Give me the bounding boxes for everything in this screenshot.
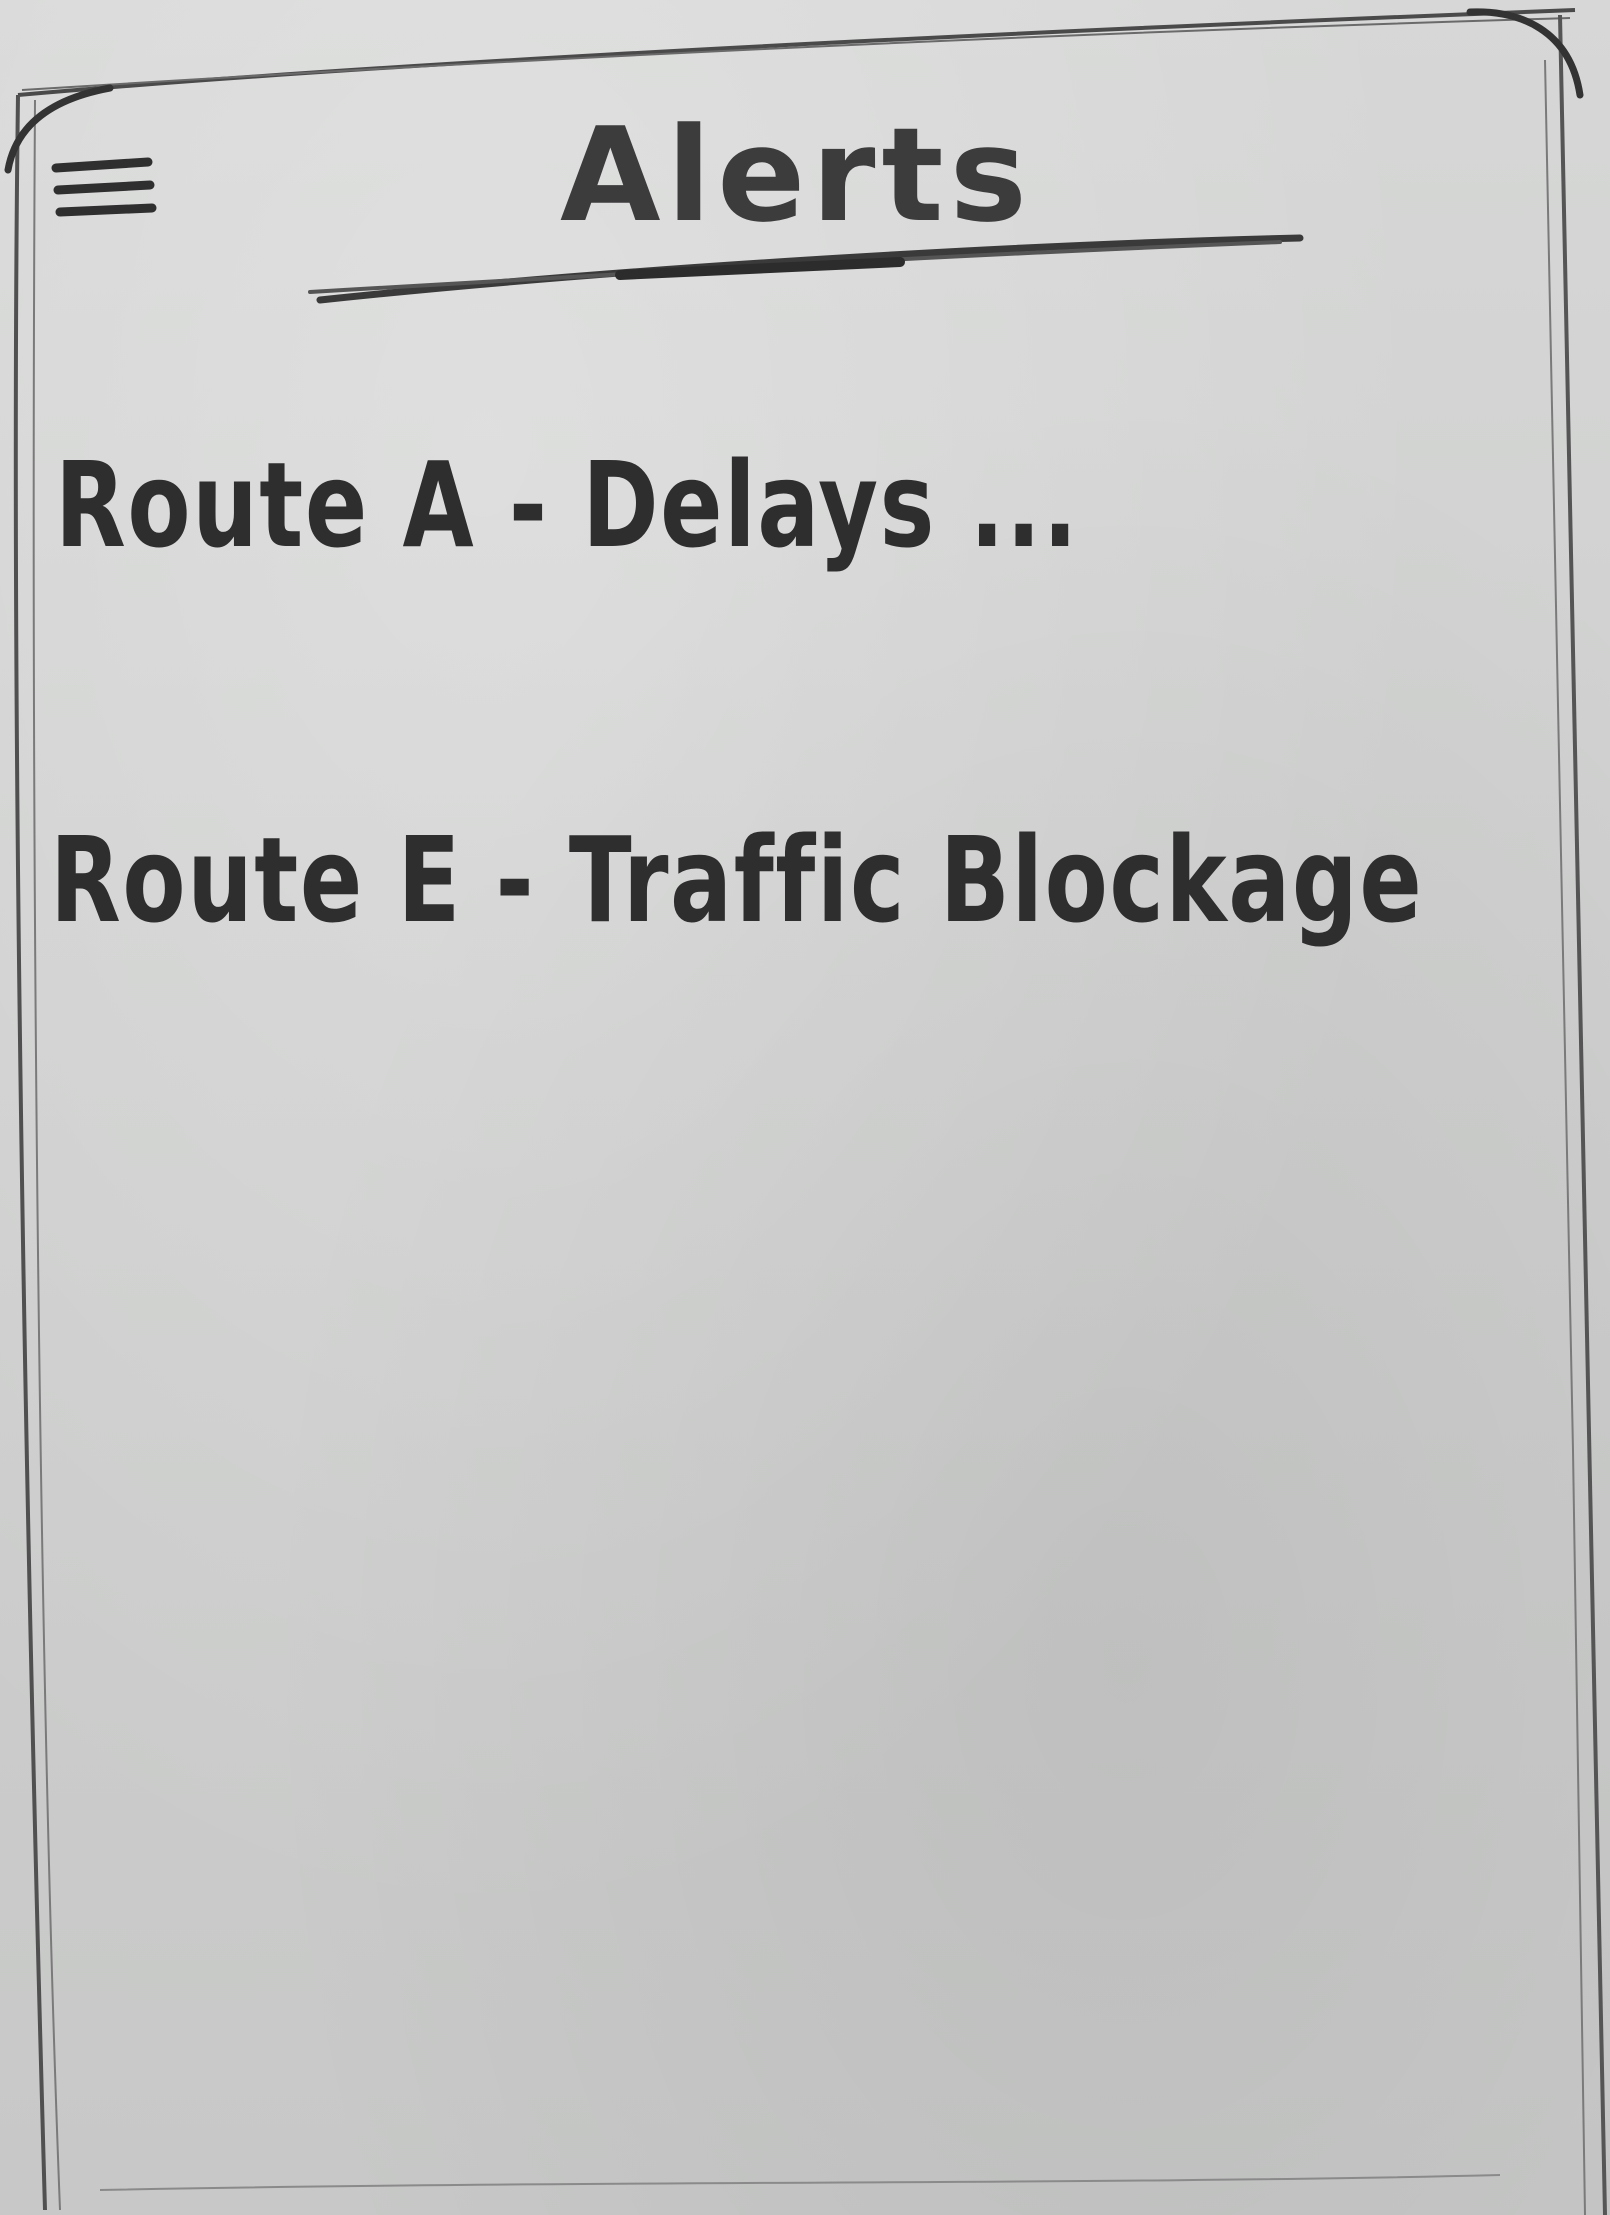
alert-item-label: Route E - Traffic Blockage — [50, 811, 1424, 949]
alert-item-route-a[interactable]: Route A - Delays ... — [55, 425, 1555, 585]
title-underline — [308, 234, 1304, 304]
hamburger-menu-icon[interactable] — [50, 150, 160, 230]
sketch-frame — [4, 8, 1607, 2215]
alert-item-label: Route A - Delays ... — [55, 436, 1080, 574]
alert-item-route-e[interactable]: Route E - Traffic Blockage — [50, 800, 1550, 960]
